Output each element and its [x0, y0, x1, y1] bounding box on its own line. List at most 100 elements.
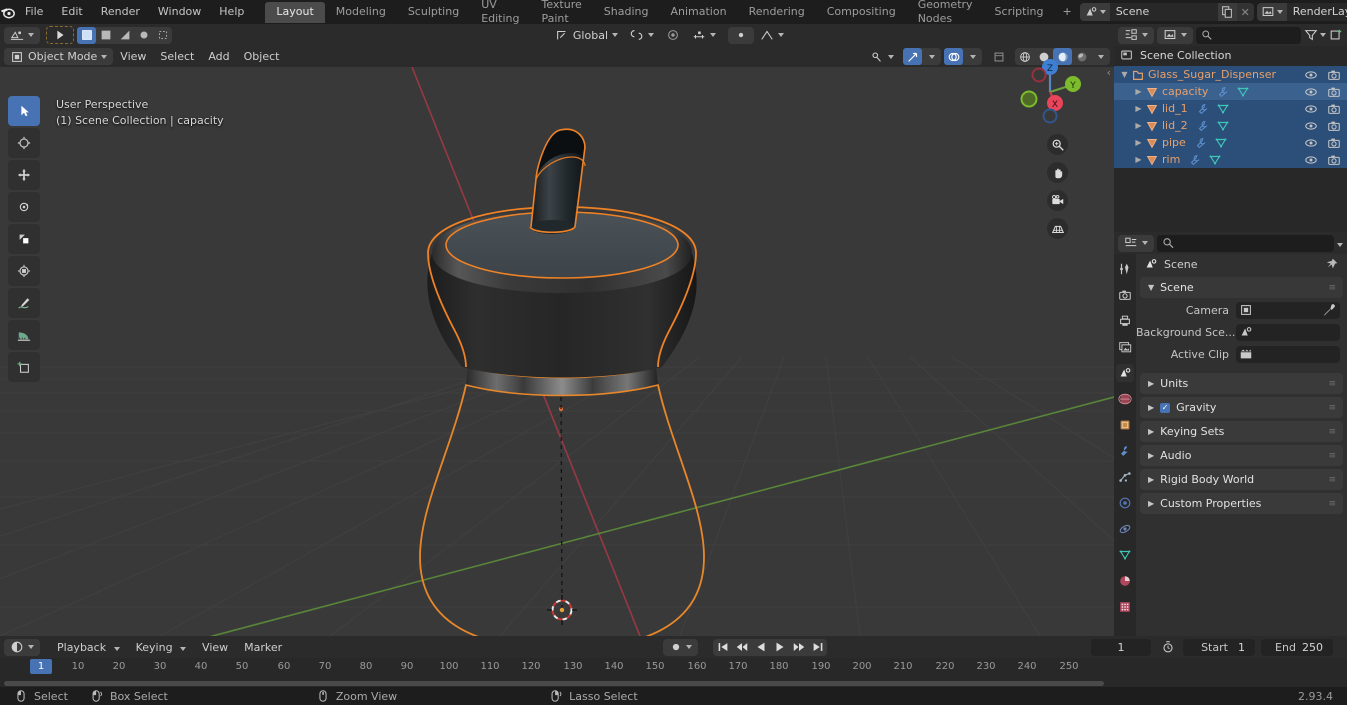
camera-render-icon[interactable]: [1327, 136, 1341, 150]
outliner-search-field[interactable]: [1216, 28, 1296, 42]
properties-tab-modifiers[interactable]: [1116, 442, 1134, 460]
timeline-editor[interactable]: Playback Keying View Marker 1 Start 1 En…: [0, 636, 1347, 687]
camera-field[interactable]: [1236, 301, 1340, 319]
outliner-search-input[interactable]: [1196, 26, 1301, 44]
workspace-tab-rendering[interactable]: Rendering: [738, 2, 816, 23]
editor-type-selector[interactable]: [4, 26, 40, 44]
falloff-curve-icon[interactable]: [754, 27, 790, 44]
jump-to-start-button[interactable]: [713, 639, 732, 656]
properties-options-caret[interactable]: [1337, 237, 1343, 250]
mesh-data-icon[interactable]: [1216, 119, 1230, 133]
properties-editor[interactable]: Scene ▼ Scene ≡ Camera Background Sce...: [1114, 232, 1347, 636]
show-overlays-group[interactable]: [944, 48, 982, 65]
properties-tab-view-layer[interactable]: [1116, 338, 1134, 356]
rotate-tool[interactable]: [8, 192, 40, 222]
view-layer-icon[interactable]: [1256, 3, 1287, 21]
gizmo-options-caret[interactable]: [922, 48, 941, 65]
outliner-row-rim[interactable]: ▶ rim: [1114, 151, 1347, 168]
proportional-editing-toggle[interactable]: [660, 27, 686, 44]
properties-search-input[interactable]: [1157, 234, 1334, 252]
shading-options-caret[interactable]: [1091, 48, 1110, 65]
panel-rigid-body-world-header[interactable]: ▶ Rigid Body World ≡: [1140, 469, 1343, 490]
properties-tab-data[interactable]: [1116, 546, 1134, 564]
outliner-row-pipe[interactable]: ▶ pipe: [1114, 134, 1347, 151]
overlay-options-caret[interactable]: [963, 48, 982, 65]
mirror-options-button[interactable]: [728, 26, 754, 44]
expand-triangle-icon[interactable]: ▶: [1132, 87, 1145, 96]
previous-keyframe-button[interactable]: [732, 639, 751, 656]
select-mode-5-icon[interactable]: [153, 27, 172, 44]
menu-edit[interactable]: Edit: [52, 0, 91, 24]
frame-start-field[interactable]: Start 1: [1183, 638, 1255, 656]
hand-icon[interactable]: [1047, 162, 1068, 183]
panel-scene-header[interactable]: ▼ Scene ≡: [1140, 277, 1343, 298]
timeline-editor-type-selector[interactable]: [4, 638, 40, 656]
panel-expand-triangle-icon[interactable]: ▶: [1148, 475, 1154, 484]
grid-icon[interactable]: [1047, 218, 1068, 239]
panel-expand-triangle-icon[interactable]: ▶: [1148, 451, 1154, 460]
properties-tab-object[interactable]: [1116, 416, 1134, 434]
properties-tab-tool[interactable]: [1116, 260, 1134, 278]
modifier-icon[interactable]: [1216, 85, 1230, 99]
modifier-icon[interactable]: [1196, 119, 1210, 133]
camera-render-icon[interactable]: [1327, 68, 1341, 82]
unlink-scene-icon[interactable]: ✕: [1236, 3, 1254, 21]
use-preview-range-icon[interactable]: [1161, 640, 1175, 654]
blender-logo-icon[interactable]: [0, 0, 16, 24]
timeline-menu-marker[interactable]: Marker: [237, 639, 289, 656]
viewport-menu-view[interactable]: View: [113, 48, 153, 65]
new-scene-icon[interactable]: [1217, 3, 1237, 21]
eye-icon[interactable]: [1304, 119, 1318, 133]
select-mode-3-icon[interactable]: [115, 27, 134, 44]
cursor-tool[interactable]: [8, 128, 40, 158]
panel-gravity-header[interactable]: ▶ ✓ Gravity ≡: [1140, 397, 1343, 418]
workspace-tab-shading[interactable]: Shading: [593, 2, 660, 23]
scene-icon[interactable]: [1079, 3, 1110, 21]
background-scene-field[interactable]: [1236, 323, 1340, 341]
scene-selector[interactable]: Scene ✕: [1079, 3, 1254, 21]
eye-icon[interactable]: [1304, 68, 1318, 82]
proportional-falloff-selector[interactable]: [686, 27, 722, 44]
properties-tab-world[interactable]: [1116, 390, 1134, 408]
modifier-icon[interactable]: [1188, 153, 1202, 167]
scene-name[interactable]: Scene: [1109, 3, 1218, 21]
gravity-checkbox[interactable]: ✓: [1160, 402, 1171, 413]
playback-gizmo[interactable]: [46, 26, 74, 44]
panel-expand-triangle-icon[interactable]: ▼: [1148, 283, 1154, 292]
panel-expand-triangle-icon[interactable]: ▶: [1148, 499, 1154, 508]
eye-icon[interactable]: [1304, 153, 1318, 167]
view-layer-name[interactable]: RenderLayer: [1286, 3, 1347, 21]
transform-tool[interactable]: [8, 256, 40, 286]
mesh-data-icon[interactable]: [1208, 153, 1222, 167]
workspace-tab-animation[interactable]: Animation: [659, 2, 737, 23]
properties-tab-physics[interactable]: [1116, 494, 1134, 512]
select-mode-2-icon[interactable]: [96, 27, 115, 44]
show-gizmo-icon[interactable]: [903, 48, 922, 65]
tweak-select-tool[interactable]: [8, 96, 40, 126]
workspace-tab-sculpting[interactable]: Sculpting: [397, 2, 470, 23]
properties-tab-material[interactable]: [1116, 572, 1134, 590]
outliner-filter-icon[interactable]: [1304, 28, 1326, 42]
jump-to-end-button[interactable]: [808, 639, 827, 656]
add-cube-tool[interactable]: [8, 352, 40, 382]
panel-expand-triangle-icon[interactable]: ▶: [1148, 427, 1154, 436]
outliner-editor[interactable]: Scene Collection ▼ Glass_Sugar_Dispenser…: [1114, 24, 1347, 232]
outliner-row-lid-1[interactable]: ▶ lid_1: [1114, 100, 1347, 117]
move-tool[interactable]: [8, 160, 40, 190]
mesh-data-icon[interactable]: [1214, 136, 1228, 150]
viewport-menu-select[interactable]: Select: [153, 48, 201, 65]
timeline-scrollbar[interactable]: [4, 681, 1104, 686]
annotate-tool[interactable]: [8, 288, 40, 318]
panel-custom-properties-header[interactable]: ▶ Custom Properties ≡: [1140, 493, 1343, 514]
timeline-menu-keying[interactable]: Keying: [129, 639, 193, 656]
add-workspace-button[interactable]: +: [1054, 2, 1079, 22]
timeline-menu-view[interactable]: View: [195, 639, 235, 656]
expand-triangle-icon[interactable]: ▶: [1132, 121, 1145, 130]
panel-keying-sets-header[interactable]: ▶ Keying Sets ≡: [1140, 421, 1343, 442]
workspace-tab-compositing[interactable]: Compositing: [816, 2, 907, 23]
camera-render-icon[interactable]: [1327, 153, 1341, 167]
zoom-icon[interactable]: [1047, 134, 1068, 155]
mesh-data-icon[interactable]: [1216, 102, 1230, 116]
camera-render-icon[interactable]: [1327, 119, 1341, 133]
snapping-toggle[interactable]: [624, 27, 660, 44]
